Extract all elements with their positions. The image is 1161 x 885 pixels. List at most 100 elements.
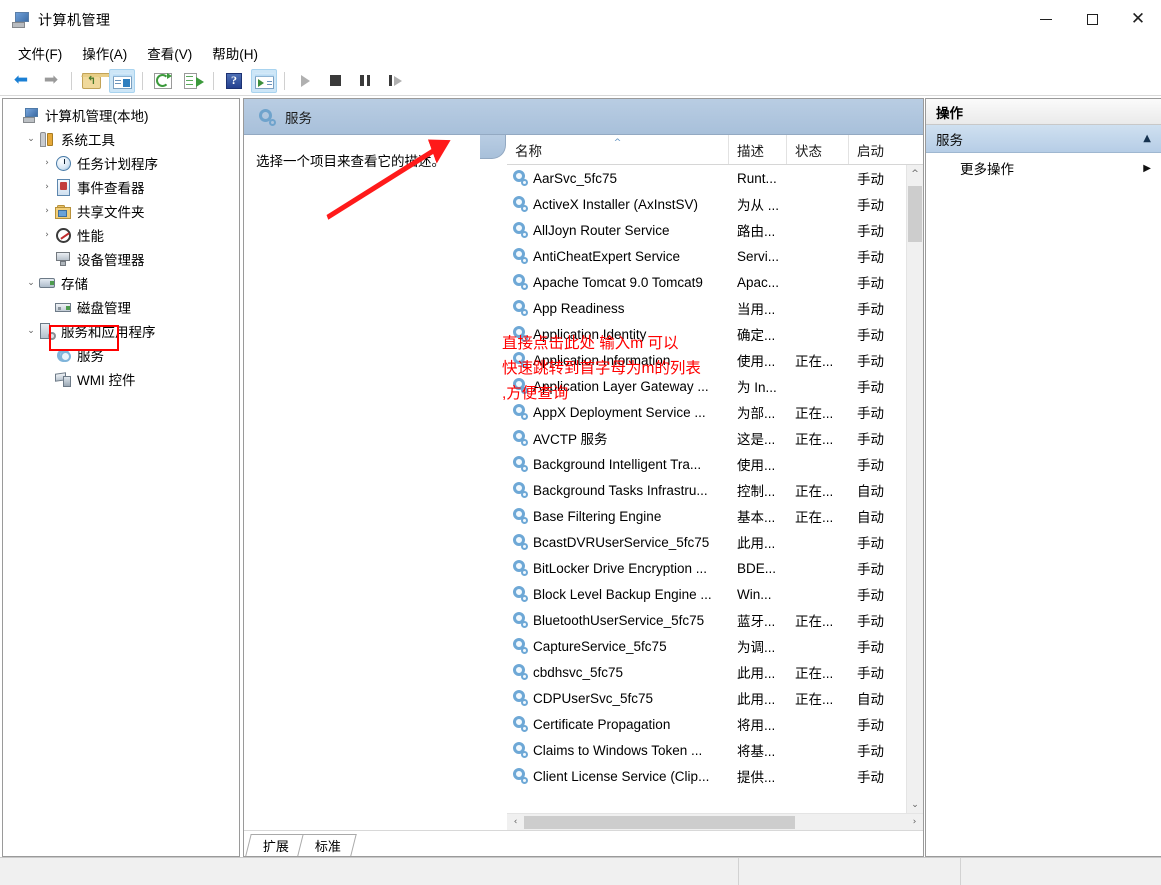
tree-item-disk-management[interactable]: 磁盘管理 (7, 295, 239, 319)
table-row[interactable]: BluetoothUserService_5fc75 蓝牙... 正在... 手动 (507, 607, 906, 633)
table-row[interactable]: Background Intelligent Tra... 使用... 手动 (507, 451, 906, 477)
cell-name: AarSvc_5fc75 (507, 170, 729, 186)
up-one-level-button[interactable]: ↰ (79, 69, 111, 93)
horizontal-scroll-track[interactable] (524, 815, 906, 830)
table-row[interactable]: Background Tasks Infrastru... 控制... 正在... 自… (507, 477, 906, 503)
column-header-name[interactable]: ^ 名称 (507, 135, 729, 164)
minimize-button[interactable] (1023, 0, 1069, 40)
show-hide-tree-button[interactable] (109, 68, 135, 93)
table-row[interactable]: Block Level Backup Engine ... Win... 手动 (507, 581, 906, 607)
actions-group-services[interactable]: 服务 ▲ (926, 125, 1161, 153)
cell-startup: 手动 (857, 770, 884, 785)
table-row[interactable]: Base Filtering Engine 基本... 正在... 自动 (507, 503, 906, 529)
close-button[interactable]: ✕ (1115, 0, 1161, 40)
table-row[interactable]: cbdhsvc_5fc75 此用... 正在... 手动 (507, 659, 906, 685)
pause-service-button[interactable] (352, 69, 378, 93)
scroll-down-button[interactable]: ⌄ (907, 796, 923, 813)
vertical-scrollbar[interactable]: ^ ⌄ (906, 165, 923, 813)
refresh-button[interactable] (150, 69, 176, 93)
maximize-button[interactable] (1069, 0, 1115, 40)
column-header-status[interactable]: 状态 (787, 135, 849, 164)
tree-twisty[interactable]: › (39, 182, 55, 192)
service-name-label: Application Identity (533, 326, 647, 342)
service-name-label: CDPUserSvc_5fc75 (533, 690, 654, 706)
cell-startup: 自动 (857, 484, 884, 499)
table-row[interactable]: AllJoyn Router Service 路由... 手动 (507, 217, 906, 243)
tree-item-performance[interactable]: › 性能 (7, 223, 239, 247)
tree-twisty[interactable]: › (39, 206, 55, 216)
tree-item-task-scheduler[interactable]: › 任务计划程序 (7, 151, 239, 175)
services-gear-icon (512, 222, 528, 238)
menu-help[interactable]: 帮助(H) (202, 40, 268, 66)
cell-startup: 手动 (857, 250, 884, 265)
restart-service-button[interactable] (382, 69, 408, 93)
column-header-startup[interactable]: 启动 (849, 135, 923, 164)
tree-item-storage[interactable]: ⌄ 存储 (7, 271, 239, 295)
scroll-up-button[interactable]: ^ (907, 165, 923, 182)
help-button[interactable]: ? (221, 69, 247, 93)
folder-up-icon: ↰ (81, 72, 111, 89)
table-row[interactable]: Claims to Windows Token ... 将基... 手动 (507, 737, 906, 763)
vertical-scroll-thumb[interactable] (908, 186, 922, 242)
table-row[interactable]: Application Identity 确定... 手动 (507, 321, 906, 347)
services-gear-icon (512, 716, 528, 732)
tree-item-services[interactable]: 服务 (7, 343, 239, 367)
table-row[interactable]: Client License Service (Clip... 提供... 手动 (507, 763, 906, 789)
cell-description: 基本... (737, 510, 776, 525)
tree-twisty[interactable]: › (39, 158, 55, 168)
tree-item-device-manager[interactable]: 设备管理器 (7, 247, 239, 271)
table-row[interactable]: AntiCheatExpert Service Servi... 手动 (507, 243, 906, 269)
tab-extended[interactable]: 扩展 (245, 834, 305, 856)
forward-arrow-icon: ➡ (43, 70, 59, 90)
table-row[interactable]: AVCTP 服务 这是... 正在... 手动 (507, 425, 906, 451)
scroll-left-button[interactable]: ‹ (507, 817, 524, 827)
table-row[interactable]: CaptureService_5fc75 为调... 手动 (507, 633, 906, 659)
service-name-label: BcastDVRUserService_5fc75 (533, 534, 710, 550)
table-row[interactable]: App Readiness 当用... 手动 (507, 295, 906, 321)
table-row[interactable]: CDPUserSvc_5fc75 此用... 正在... 自动 (507, 685, 906, 711)
tree-twisty[interactable]: › (39, 230, 55, 240)
stop-service-button[interactable] (322, 69, 348, 93)
tree-item-wmi-control[interactable]: WMI 控件 (7, 367, 239, 391)
table-row[interactable]: BcastDVRUserService_5fc75 此用... 手动 (507, 529, 906, 555)
tree-item-services-and-applications[interactable]: ⌄ 服务和应用程序 (7, 319, 239, 343)
vertical-scroll-track[interactable] (907, 182, 923, 796)
tree-item-shared-folders[interactable]: › 共享文件夹 (7, 199, 239, 223)
menu-file[interactable]: 文件(F) (8, 40, 72, 66)
table-row[interactable]: ActiveX Installer (AxInstSV) 为从 ... 手动 (507, 191, 906, 217)
table-row[interactable]: AarSvc_5fc75 Runt... 手动 (507, 165, 906, 191)
menu-action[interactable]: 操作(A) (72, 40, 137, 66)
start-service-button[interactable] (292, 69, 318, 93)
tree-twisty[interactable]: ⌄ (23, 278, 39, 288)
horizontal-scrollbar[interactable]: ‹ › (507, 813, 923, 830)
chevron-up-icon[interactable]: ▲ (1143, 133, 1151, 144)
toolbar-separator (284, 71, 285, 90)
properties-button[interactable] (251, 68, 277, 93)
service-name-label: AllJoyn Router Service (533, 222, 670, 238)
export-list-button[interactable] (180, 69, 206, 93)
tree-item-system-tools[interactable]: ⌄ 系统工具 (7, 127, 239, 151)
back-button[interactable]: ⬅ (8, 69, 34, 93)
table-row[interactable]: Application Information 使用... 正在... 手动 (507, 347, 906, 373)
cell-description: 此用... (737, 536, 776, 551)
tree-item-event-viewer[interactable]: › 事件查看器 (7, 175, 239, 199)
table-row[interactable]: Certificate Propagation 将用... 手动 (507, 711, 906, 737)
table-row[interactable]: Apache Tomcat 9.0 Tomcat9 Apac... 手动 (507, 269, 906, 295)
horizontal-scroll-thumb[interactable] (524, 815, 796, 829)
table-row[interactable]: BitLocker Drive Encryption ... BDE... 手动 (507, 555, 906, 581)
forward-button[interactable]: ➡ (38, 69, 64, 93)
table-row[interactable]: AppX Deployment Service ... 为部... 正在... 手动 (507, 399, 906, 425)
tree-twisty[interactable]: ⌄ (23, 134, 39, 144)
column-header-description[interactable]: 描述 (729, 135, 787, 164)
menu-view[interactable]: 查看(V) (137, 40, 202, 66)
toolbar-separator (213, 71, 214, 90)
tab-standard[interactable]: 标准 (297, 834, 357, 856)
table-row[interactable]: Application Layer Gateway ... 为 In... 手动 (507, 373, 906, 399)
scroll-right-button[interactable]: › (906, 817, 923, 827)
tree-item-computer-management-local[interactable]: 计算机管理(本地) (7, 103, 239, 127)
tree-twisty[interactable]: ⌄ (23, 326, 39, 336)
services-gear-icon (512, 456, 528, 472)
action-more-actions[interactable]: 更多操作 ▶ (926, 153, 1161, 183)
console-tree-pane: 计算机管理(本地) ⌄ 系统工具 › 任务计划程序 › 事件查看器 › 共享文件… (2, 98, 240, 857)
status-segment-three (961, 858, 1161, 885)
